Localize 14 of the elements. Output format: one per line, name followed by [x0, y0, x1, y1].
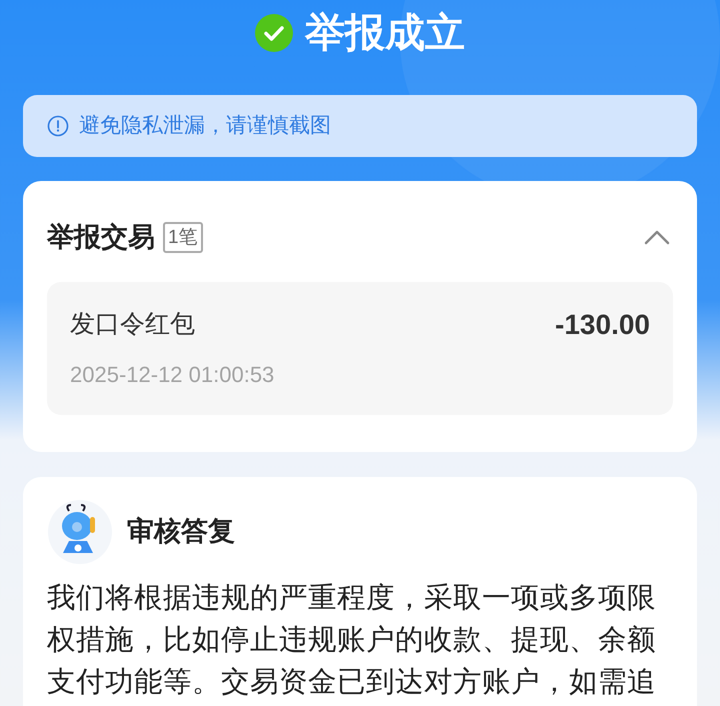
chevron-up-icon	[644, 229, 670, 246]
page-title: 举报成立	[305, 13, 465, 53]
reply-title: 审核答复	[127, 515, 235, 548]
section-title: 举报交易	[47, 221, 155, 254]
count-tag: 1笔	[163, 222, 203, 253]
info-icon	[47, 115, 69, 137]
success-check-icon	[255, 14, 293, 52]
transaction-item[interactable]: 发口令红包 -130.00 2025-12-12 01:00:53	[47, 282, 673, 414]
transaction-name: 发口令红包	[70, 308, 195, 340]
reply-text: 我们将根据违规的严重程度，采取一项或多项限权措施，比如停止违规账户的收款、提现、余额支付功能等。交易资金已到达对方账户，如需追	[47, 580, 657, 700]
transaction-amount: -130.00	[555, 308, 650, 342]
avatar-icon	[47, 498, 113, 564]
notice-text: 避免隐私泄漏，请谨慎截图	[79, 113, 331, 140]
transaction-time: 2025-12-12 01:00:53	[70, 360, 276, 388]
